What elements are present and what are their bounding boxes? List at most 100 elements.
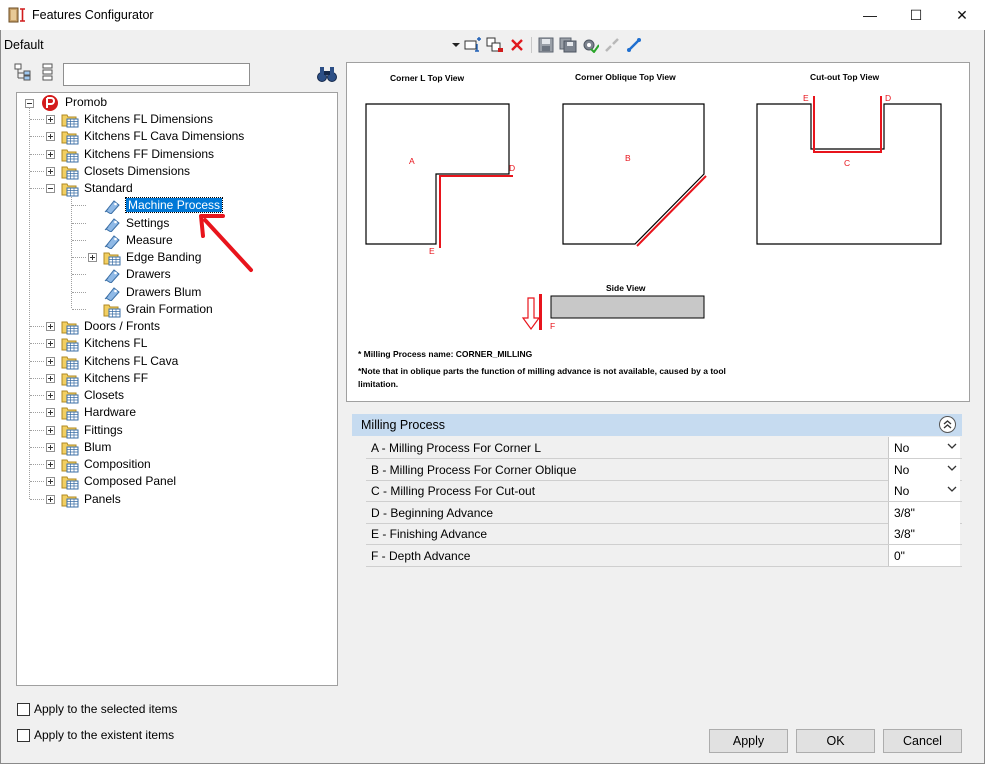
tree-item-kitchens-ff[interactable]: Kitchens FF [84,370,148,387]
save-icon[interactable] [535,34,557,56]
tree-item-doors-fronts[interactable]: Doors / Fronts [84,318,160,335]
expander-plus-icon[interactable] [46,149,55,159]
expander-plus-icon[interactable] [46,115,55,124]
tree-item-measure[interactable]: Measure [126,232,173,249]
property-value: No [894,441,910,455]
expander-plus-icon[interactable] [46,477,55,487]
property-row[interactable]: F - Depth Advance 0" [366,545,962,567]
binoculars-icon[interactable] [316,64,338,84]
feature-tree[interactable]: Promob Kitchens FL Dimensions Kitchens FL… [16,92,338,686]
tree-item-panels[interactable]: Panels [84,491,121,508]
apply-existent-checkbox[interactable] [17,729,30,742]
tree-item-edge-banding[interactable]: Edge Banding [126,249,201,266]
expander-plus-icon[interactable] [46,460,55,469]
feature-tag-icon [104,217,120,232]
tree-item-grain-formation[interactable]: Grain Formation [126,301,213,318]
tree-guide-line [72,205,86,207]
maximize-icon: ☐ [909,6,923,23]
annotation-arrow [199,214,253,272]
property-value: 3/8" [894,505,915,520]
tree-item-settings[interactable]: Settings [126,215,169,232]
expander-plus-icon[interactable] [46,373,55,383]
expander-plus-icon[interactable] [88,253,97,262]
expander-plus-icon[interactable] [46,132,55,142]
tree-guide-line [72,291,86,293]
folder-table-icon [61,373,79,387]
chevron-down-icon[interactable] [947,465,957,472]
tree-item-drawers[interactable]: Drawers [126,266,171,283]
property-value-select[interactable]: No [888,437,960,458]
delete-icon[interactable] [506,34,528,56]
collapse-all-icon[interactable] [41,63,55,81]
chevron-down-icon[interactable] [947,443,957,450]
property-row[interactable]: C - Milling Process For Cut-out No [366,480,962,503]
expander-plus-icon[interactable] [46,322,55,331]
feature-tag-icon [104,235,120,249]
section-title: Milling Process [361,418,446,432]
cutout-milling-path [813,96,882,153]
tree-guide-line [30,498,44,500]
oblique-note: *Note that in oblique parts the function… [358,366,726,376]
property-value-input[interactable]: 0" [888,545,960,566]
apply-selected-checkbox[interactable] [17,703,30,716]
tree-item-kitchens-fl-cava[interactable]: Kitchens FL Cava [84,353,178,370]
tree-item-hardware[interactable]: Hardware [84,404,136,421]
expander-plus-icon[interactable] [46,425,55,435]
expander-plus-icon[interactable] [46,408,55,418]
property-value-select[interactable]: No [888,480,960,502]
property-row[interactable]: D - Beginning Advance 3/8" [366,501,962,524]
property-value-input[interactable]: 3/8" [888,501,960,523]
tree-item-kitchens-ff-dimensions[interactable]: Kitchens FF Dimensions [84,146,214,163]
property-row[interactable]: A - Milling Process For Corner L No [366,437,962,459]
tree-item-closets[interactable]: Closets [84,387,124,404]
tree-item-composed-panel[interactable]: Composed Panel [84,473,176,490]
minimize-icon: — [863,7,877,23]
expand-all-icon[interactable] [14,63,32,81]
label-f: F [550,321,556,331]
tree-item-standard[interactable]: Standard [84,180,133,197]
tree-item-kitchens-fl-cava-dimensions[interactable]: Kitchens FL Cava Dimensions [84,128,244,145]
feature-tag-icon [104,269,120,284]
maximize-button[interactable]: ☐ [893,0,939,30]
property-row[interactable]: B - Milling Process For Corner Oblique No [366,458,962,481]
minimize-button[interactable]: — [847,0,893,30]
expander-plus-icon[interactable] [46,442,55,452]
title-bar: Features Configurator — ☐ ✕ [0,0,985,30]
property-value-input[interactable]: 3/8" [888,523,960,545]
tree-item-kitchens-fl-dimensions[interactable]: Kitchens FL Dimensions [84,111,213,128]
settings-gear-icon[interactable] [579,34,601,56]
folder-table-icon [103,304,121,318]
milling-process-section-header[interactable]: Milling Process [352,414,962,436]
ok-button[interactable]: OK [796,729,875,753]
tree-item-kitchens-fl[interactable]: Kitchens FL [84,335,147,352]
apply-button[interactable]: Apply [709,729,788,753]
close-button[interactable]: ✕ [939,0,985,30]
expander-plus-icon[interactable] [46,391,55,400]
property-value-select[interactable]: No [888,458,960,480]
tree-guide-line [30,360,44,362]
expander-plus-icon[interactable] [46,166,55,176]
tree-item-composition[interactable]: Composition [84,456,151,473]
corner-l-shape [365,103,510,245]
property-row[interactable]: E - Finishing Advance 3/8" [366,523,962,546]
dropdown-arrow-icon[interactable] [450,34,462,56]
connect-icon[interactable] [623,34,645,56]
collapse-section-button[interactable] [939,416,956,433]
add-feature-icon[interactable] [462,34,484,56]
tree-item-fittings[interactable]: Fittings [84,422,123,439]
expander-plus-icon[interactable] [46,356,55,366]
expander-plus-icon[interactable] [46,494,55,504]
tree-root-promob[interactable]: Promob [65,94,107,111]
expander-minus-icon[interactable] [46,184,55,193]
tree-guide-line [30,481,44,483]
expander-plus-icon[interactable] [46,339,55,349]
search-input[interactable] [63,63,250,86]
tree-item-drawers-blum[interactable]: Drawers Blum [126,284,201,301]
chevron-down-icon[interactable] [947,486,957,493]
copy-feature-icon[interactable] [484,34,506,56]
tree-item-blum[interactable]: Blum [84,439,111,456]
save-all-icon[interactable] [557,34,579,56]
cancel-button[interactable]: Cancel [883,729,962,753]
disconnect-icon[interactable] [601,34,623,56]
tree-item-closets-dimensions[interactable]: Closets Dimensions [84,163,190,180]
